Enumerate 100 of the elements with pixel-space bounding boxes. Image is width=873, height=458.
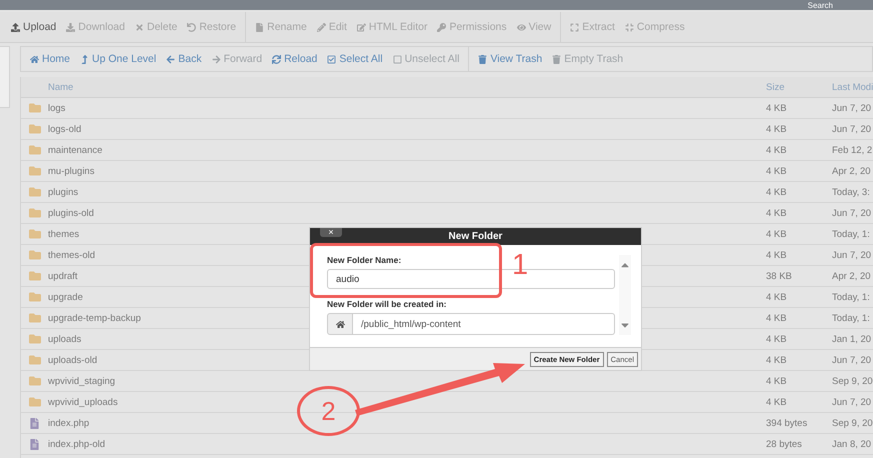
- compress-icon: [624, 22, 634, 32]
- column-header[interactable]: Name: [48, 82, 74, 92]
- nav-button[interactable]: View Trash: [473, 53, 548, 65]
- file-size: 4 KB: [766, 396, 788, 408]
- arrow-right-icon: [212, 54, 221, 64]
- file-size: 4 KB: [766, 144, 788, 156]
- nav-button[interactable]: Select All: [322, 53, 388, 65]
- file-name: themes-old: [48, 250, 95, 260]
- modified-date: Jun 7, 20: [832, 102, 872, 114]
- home-icon: [336, 320, 344, 328]
- file-name: logs-old: [48, 124, 82, 134]
- modified-date: Apr 2, 20: [832, 270, 872, 282]
- key-icon: [437, 22, 446, 32]
- edit-icon: [356, 22, 366, 32]
- toolbar-button[interactable]: Upload: [6, 21, 62, 33]
- pencil-icon: [316, 22, 326, 32]
- column-header[interactable]: Last Modi: [832, 82, 873, 92]
- file-name: wpvivid_uploads: [48, 396, 118, 408]
- file-name: upgrade-temp-backup: [48, 312, 141, 324]
- search-label: Search: [808, 0, 833, 10]
- file-name: updraft: [48, 270, 78, 282]
- nav-button[interactable]: Home: [25, 53, 76, 65]
- file-size: 4 KB: [766, 208, 788, 218]
- folder-icon: [28, 207, 40, 219]
- modified-date: Today, 1:: [832, 312, 871, 324]
- folder-icon: [28, 123, 40, 135]
- modified-date: Jun 7, 20: [832, 124, 872, 134]
- folder-icon: [28, 354, 40, 366]
- checkbox-icon: [327, 54, 336, 64]
- folder-icon: [28, 186, 40, 198]
- folder-icon: [28, 144, 40, 156]
- reload-icon: [272, 54, 282, 64]
- folder-icon: [28, 228, 40, 240]
- file-size: 4 KB: [766, 250, 788, 260]
- modified-date: Today, 1:: [832, 292, 871, 302]
- modified-date: Today, 1:: [832, 228, 871, 240]
- file-icon: [29, 438, 40, 450]
- nav-button[interactable]: Back: [161, 53, 207, 65]
- file-icon: [255, 22, 264, 32]
- undo-icon: [187, 22, 196, 32]
- modified-date: Sep 9, 20: [832, 376, 873, 386]
- arrow-left-icon: [166, 54, 176, 64]
- file-name: wpvivid_staging: [48, 376, 116, 386]
- file-size: 4 KB: [766, 354, 788, 366]
- trash-icon: [478, 54, 488, 64]
- modified-date: Feb 12, 2: [832, 144, 873, 156]
- download-icon: [66, 22, 76, 32]
- file-size: 28 bytes: [766, 438, 803, 450]
- folder-icon: [28, 375, 40, 387]
- location-field[interactable]: /public_html/wp-content: [353, 313, 615, 335]
- folder-icon: [28, 396, 40, 408]
- expand-icon: [570, 22, 580, 32]
- scrollbar[interactable]: [619, 255, 631, 335]
- close-icon: [134, 22, 144, 32]
- nav-button[interactable]: Up One Level: [75, 53, 162, 65]
- file-size: 4 KB: [766, 186, 788, 198]
- modified-date: Jan 8, 20: [832, 438, 872, 450]
- file-size: 4 KB: [766, 166, 788, 176]
- column-header[interactable]: Size: [766, 82, 832, 92]
- upload-icon: [11, 22, 20, 32]
- file-name: themes: [48, 228, 80, 240]
- folder-icon: [28, 249, 40, 261]
- field-label: New Folder will be created in:: [327, 299, 448, 309]
- file-name: logs: [48, 102, 66, 114]
- file-name: plugins: [48, 186, 78, 198]
- modified-date: Today, 3:: [832, 186, 871, 198]
- modified-date: Jun 7, 20: [832, 208, 872, 218]
- file-name: index.php-old: [48, 438, 106, 450]
- file-name: uploads: [48, 334, 82, 344]
- sidebar-panel: [0, 46, 10, 108]
- file-size: 38 KB: [766, 270, 793, 282]
- nav-button[interactable]: Reload: [267, 53, 322, 65]
- file-name: uploads-old: [48, 354, 98, 366]
- folder-icon: [28, 165, 40, 177]
- eye-icon: [516, 22, 526, 32]
- close-button[interactable]: ×: [320, 228, 342, 237]
- level-up-icon: [80, 54, 90, 64]
- file-name: maintenance: [48, 144, 102, 156]
- home-icon: [30, 54, 39, 64]
- file-name: index.php: [48, 418, 90, 428]
- file-name: plugins-old: [48, 208, 94, 218]
- folder-icon: [28, 291, 40, 303]
- file-size: 4 KB: [766, 228, 788, 240]
- file-icon: [29, 418, 40, 428]
- modified-date: Jan 1, 20: [832, 334, 872, 344]
- modified-date: Jun 7, 20: [832, 396, 872, 408]
- file-name: mu-plugins: [48, 166, 94, 176]
- modified-date: Jun 7, 20: [832, 354, 872, 366]
- file-size: 4 KB: [766, 376, 788, 386]
- modified-date: Jun 7, 20: [832, 250, 872, 260]
- folder-icon: [28, 312, 40, 324]
- folder-icon: [28, 270, 40, 282]
- modified-date: Apr 2, 20: [832, 166, 872, 176]
- dialog-title: New Folder: [448, 231, 502, 242]
- modified-date: Sep 9, 20: [832, 418, 873, 428]
- file-size: 4 KB: [766, 102, 788, 114]
- folder-icon: [28, 333, 40, 345]
- file-size: 4 KB: [766, 124, 788, 134]
- file-size: 4 KB: [766, 312, 788, 324]
- file-size: 4 KB: [766, 334, 788, 344]
